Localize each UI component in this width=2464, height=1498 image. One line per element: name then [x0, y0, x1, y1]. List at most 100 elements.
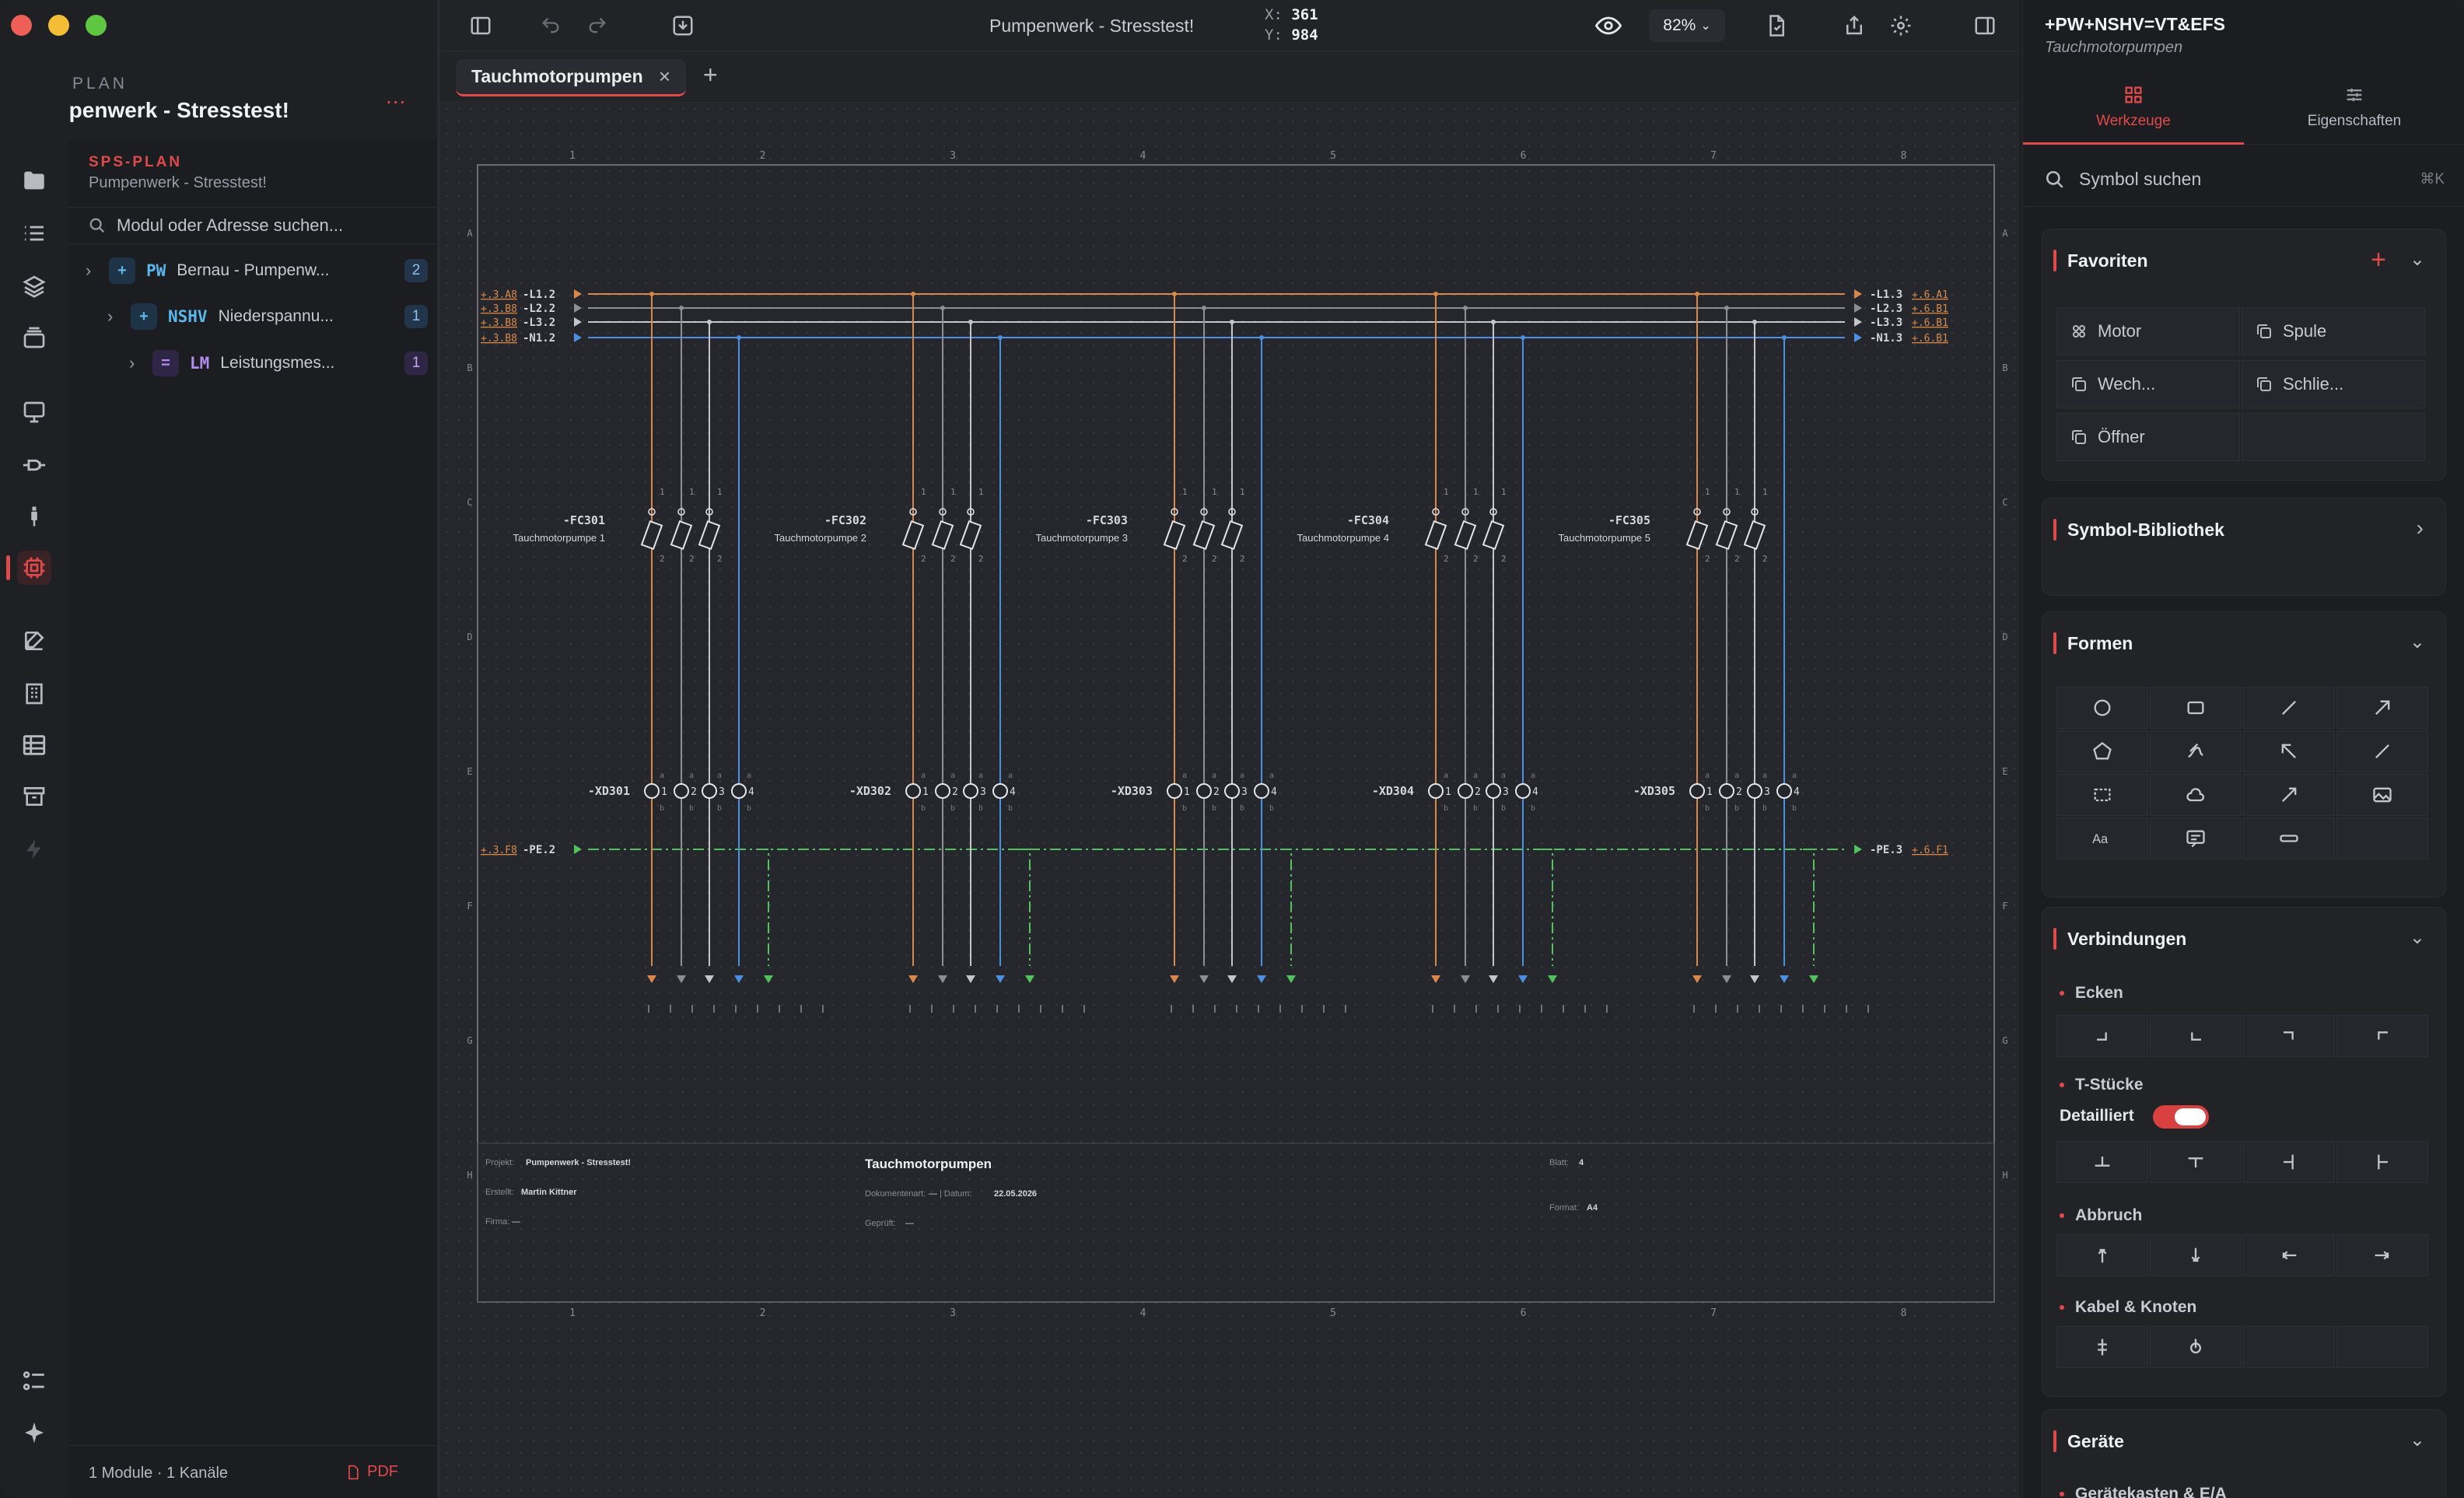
- tee-up-icon[interactable]: [2056, 1141, 2148, 1183]
- break-right-icon[interactable]: [2336, 1234, 2428, 1276]
- toggle-sidebar-icon[interactable]: [464, 9, 498, 42]
- eye-icon[interactable]: [1590, 9, 1627, 42]
- module-search[interactable]: Modul oder Adresse suchen...: [68, 207, 437, 244]
- corner-bottom-left-icon[interactable]: [2150, 1015, 2242, 1057]
- chevron-right-icon[interactable]: ›: [129, 353, 152, 373]
- favorites-title[interactable]: Favoriten: [2053, 229, 2148, 292]
- search-icon: [89, 218, 105, 233]
- favorite-motor[interactable]: Motor: [2056, 307, 2240, 355]
- zoom-select[interactable]: 82% ⌄: [1649, 9, 1725, 42]
- drawing-canvas[interactable]: 1 1 2 2 3 3 4 4 5 5 6 6 7 7 8 8 A A B B C C D D E E F F G G H H +.3.A8 -L…: [440, 103, 2019, 1498]
- zoom-window-button[interactable]: [86, 15, 107, 36]
- symbol-search-input[interactable]: Symbol suchen: [2079, 169, 2201, 190]
- freehand-shape-icon[interactable]: [2150, 730, 2242, 772]
- arrow-up-right-icon[interactable]: [2243, 774, 2335, 816]
- module-search-input[interactable]: Modul oder Adresse suchen...: [117, 215, 343, 236]
- favorite-spule[interactable]: Spule: [2242, 307, 2425, 355]
- pentagon-shape-icon[interactable]: [2056, 730, 2148, 772]
- chevron-down-icon[interactable]: ⌄: [2410, 1429, 2425, 1451]
- symbol-library-title[interactable]: Symbol-Bibliothek: [2053, 499, 2224, 561]
- tee-left-icon[interactable]: [2243, 1141, 2335, 1183]
- toggle-inspector-icon[interactable]: [1968, 9, 2002, 42]
- archive-icon[interactable]: [17, 779, 51, 814]
- gear-icon[interactable]: [1884, 9, 1918, 42]
- tab-tauchmotorpumpen[interactable]: Tauchmotorpumpen ×: [456, 59, 686, 96]
- edit-icon[interactable]: [17, 624, 51, 658]
- cloud-shape-icon[interactable]: [2150, 774, 2242, 816]
- add-favorite-icon[interactable]: +: [2371, 245, 2386, 275]
- favorite-oeffner[interactable]: Öffner: [2056, 413, 2240, 461]
- share-icon[interactable]: [1837, 9, 1871, 42]
- probe-icon[interactable]: [17, 499, 51, 534]
- shapes-title[interactable]: Formen: [2053, 612, 2133, 674]
- corner-bottom-right-icon[interactable]: [2056, 1015, 2148, 1057]
- symbol-library-card[interactable]: Symbol-Bibliothek ›: [2042, 498, 2446, 596]
- terminal-pin: b: [1182, 804, 1187, 813]
- arrow-shape-icon[interactable]: [2336, 687, 2428, 729]
- chevron-right-icon[interactable]: ›: [86, 261, 109, 281]
- project-more-button[interactable]: ...: [386, 84, 406, 109]
- chevron-down-icon[interactable]: ⌄: [2410, 926, 2425, 949]
- corner-top-left-icon[interactable]: [2336, 1015, 2428, 1057]
- chevron-right-icon[interactable]: ›: [2417, 516, 2424, 541]
- node-icon[interactable]: [2150, 1326, 2242, 1368]
- tree-item-pw[interactable]: › + PW Bernau - Pumpenw... 2: [86, 250, 428, 291]
- sparkle-icon[interactable]: [17, 1416, 51, 1450]
- close-icon[interactable]: ×: [659, 65, 670, 89]
- corner-top-right-icon[interactable]: [2243, 1015, 2335, 1057]
- break-left-icon[interactable]: [2243, 1234, 2335, 1276]
- redo-icon[interactable]: [580, 9, 614, 42]
- plug-icon[interactable]: [17, 448, 51, 482]
- break-down-icon[interactable]: [2150, 1234, 2242, 1276]
- dashed-rect-icon[interactable]: [2056, 774, 2148, 816]
- chevron-right-icon[interactable]: ›: [107, 306, 131, 327]
- arrow-up-left-icon[interactable]: [2243, 730, 2335, 772]
- cable-icon[interactable]: [2056, 1326, 2148, 1368]
- schematic-icon[interactable]: [6, 551, 51, 585]
- connections-title[interactable]: Verbindungen: [2053, 908, 2186, 970]
- table-icon[interactable]: [17, 728, 51, 762]
- junction-dot: [911, 292, 915, 296]
- tree-item-lm[interactable]: › = LM Leistungsmes... 1: [129, 343, 428, 383]
- minimize-window-button[interactable]: [48, 15, 69, 36]
- chevron-down-icon[interactable]: ⌄: [2410, 631, 2425, 653]
- line-shape-icon[interactable]: [2243, 687, 2335, 729]
- building-icon[interactable]: [17, 677, 51, 711]
- circle-shape-icon[interactable]: [2056, 687, 2148, 729]
- checklist-icon[interactable]: [17, 1364, 51, 1398]
- symbol-search[interactable]: Symbol suchen ⌘K: [2023, 152, 2464, 207]
- pdf-export-button[interactable]: PDF: [345, 1463, 398, 1481]
- folder-icon[interactable]: [17, 163, 51, 198]
- pin-number: 2: [1212, 554, 1217, 564]
- tee-down-icon[interactable]: [2150, 1141, 2242, 1183]
- list-icon[interactable]: [17, 216, 51, 250]
- schematic-sheet[interactable]: 1 1 2 2 3 3 4 4 5 5 6 6 7 7 8 8 A A B B C C D D E E F F G G H H +.3.A8 -L…: [440, 103, 2019, 1498]
- tab-werkzeuge[interactable]: Werkzeuge: [2023, 81, 2244, 145]
- tab-werkzeuge-label: Werkzeuge: [2096, 113, 2171, 129]
- favorite-wechsler[interactable]: Wech...: [2056, 360, 2240, 408]
- layers-icon[interactable]: [17, 269, 51, 303]
- break-up-icon[interactable]: [2056, 1234, 2148, 1276]
- undo-icon[interactable]: [534, 9, 568, 42]
- comment-icon[interactable]: [2150, 817, 2242, 859]
- bar-shape-icon[interactable]: [2243, 817, 2335, 859]
- tab-eigenschaften[interactable]: Eigenschaften: [2244, 81, 2464, 145]
- detailed-toggle[interactable]: [2153, 1105, 2209, 1129]
- rectangle-shape-icon[interactable]: [2150, 687, 2242, 729]
- tree-item-nshv[interactable]: › + NSHV Niederspannu... 1: [107, 296, 428, 337]
- monitor-icon[interactable]: [17, 395, 51, 429]
- icon-rail: [0, 70, 68, 1498]
- add-tab-button[interactable]: +: [703, 61, 718, 89]
- save-icon[interactable]: [666, 9, 700, 42]
- text-shape-icon[interactable]: Aa: [2056, 817, 2148, 859]
- tee-right-icon[interactable]: [2336, 1141, 2428, 1183]
- close-window-button[interactable]: [11, 15, 32, 36]
- terminal-symbol: [1689, 783, 1705, 799]
- chevron-down-icon[interactable]: ⌄: [2410, 248, 2425, 271]
- document-export-icon[interactable]: [1759, 9, 1794, 42]
- line-diagonal-icon[interactable]: [2336, 730, 2428, 772]
- devices-title[interactable]: Geräte: [2053, 1410, 2124, 1472]
- stack-icon[interactable]: [17, 320, 51, 355]
- image-icon[interactable]: [2336, 774, 2428, 816]
- favorite-schliesser[interactable]: Schlie...: [2242, 360, 2425, 408]
